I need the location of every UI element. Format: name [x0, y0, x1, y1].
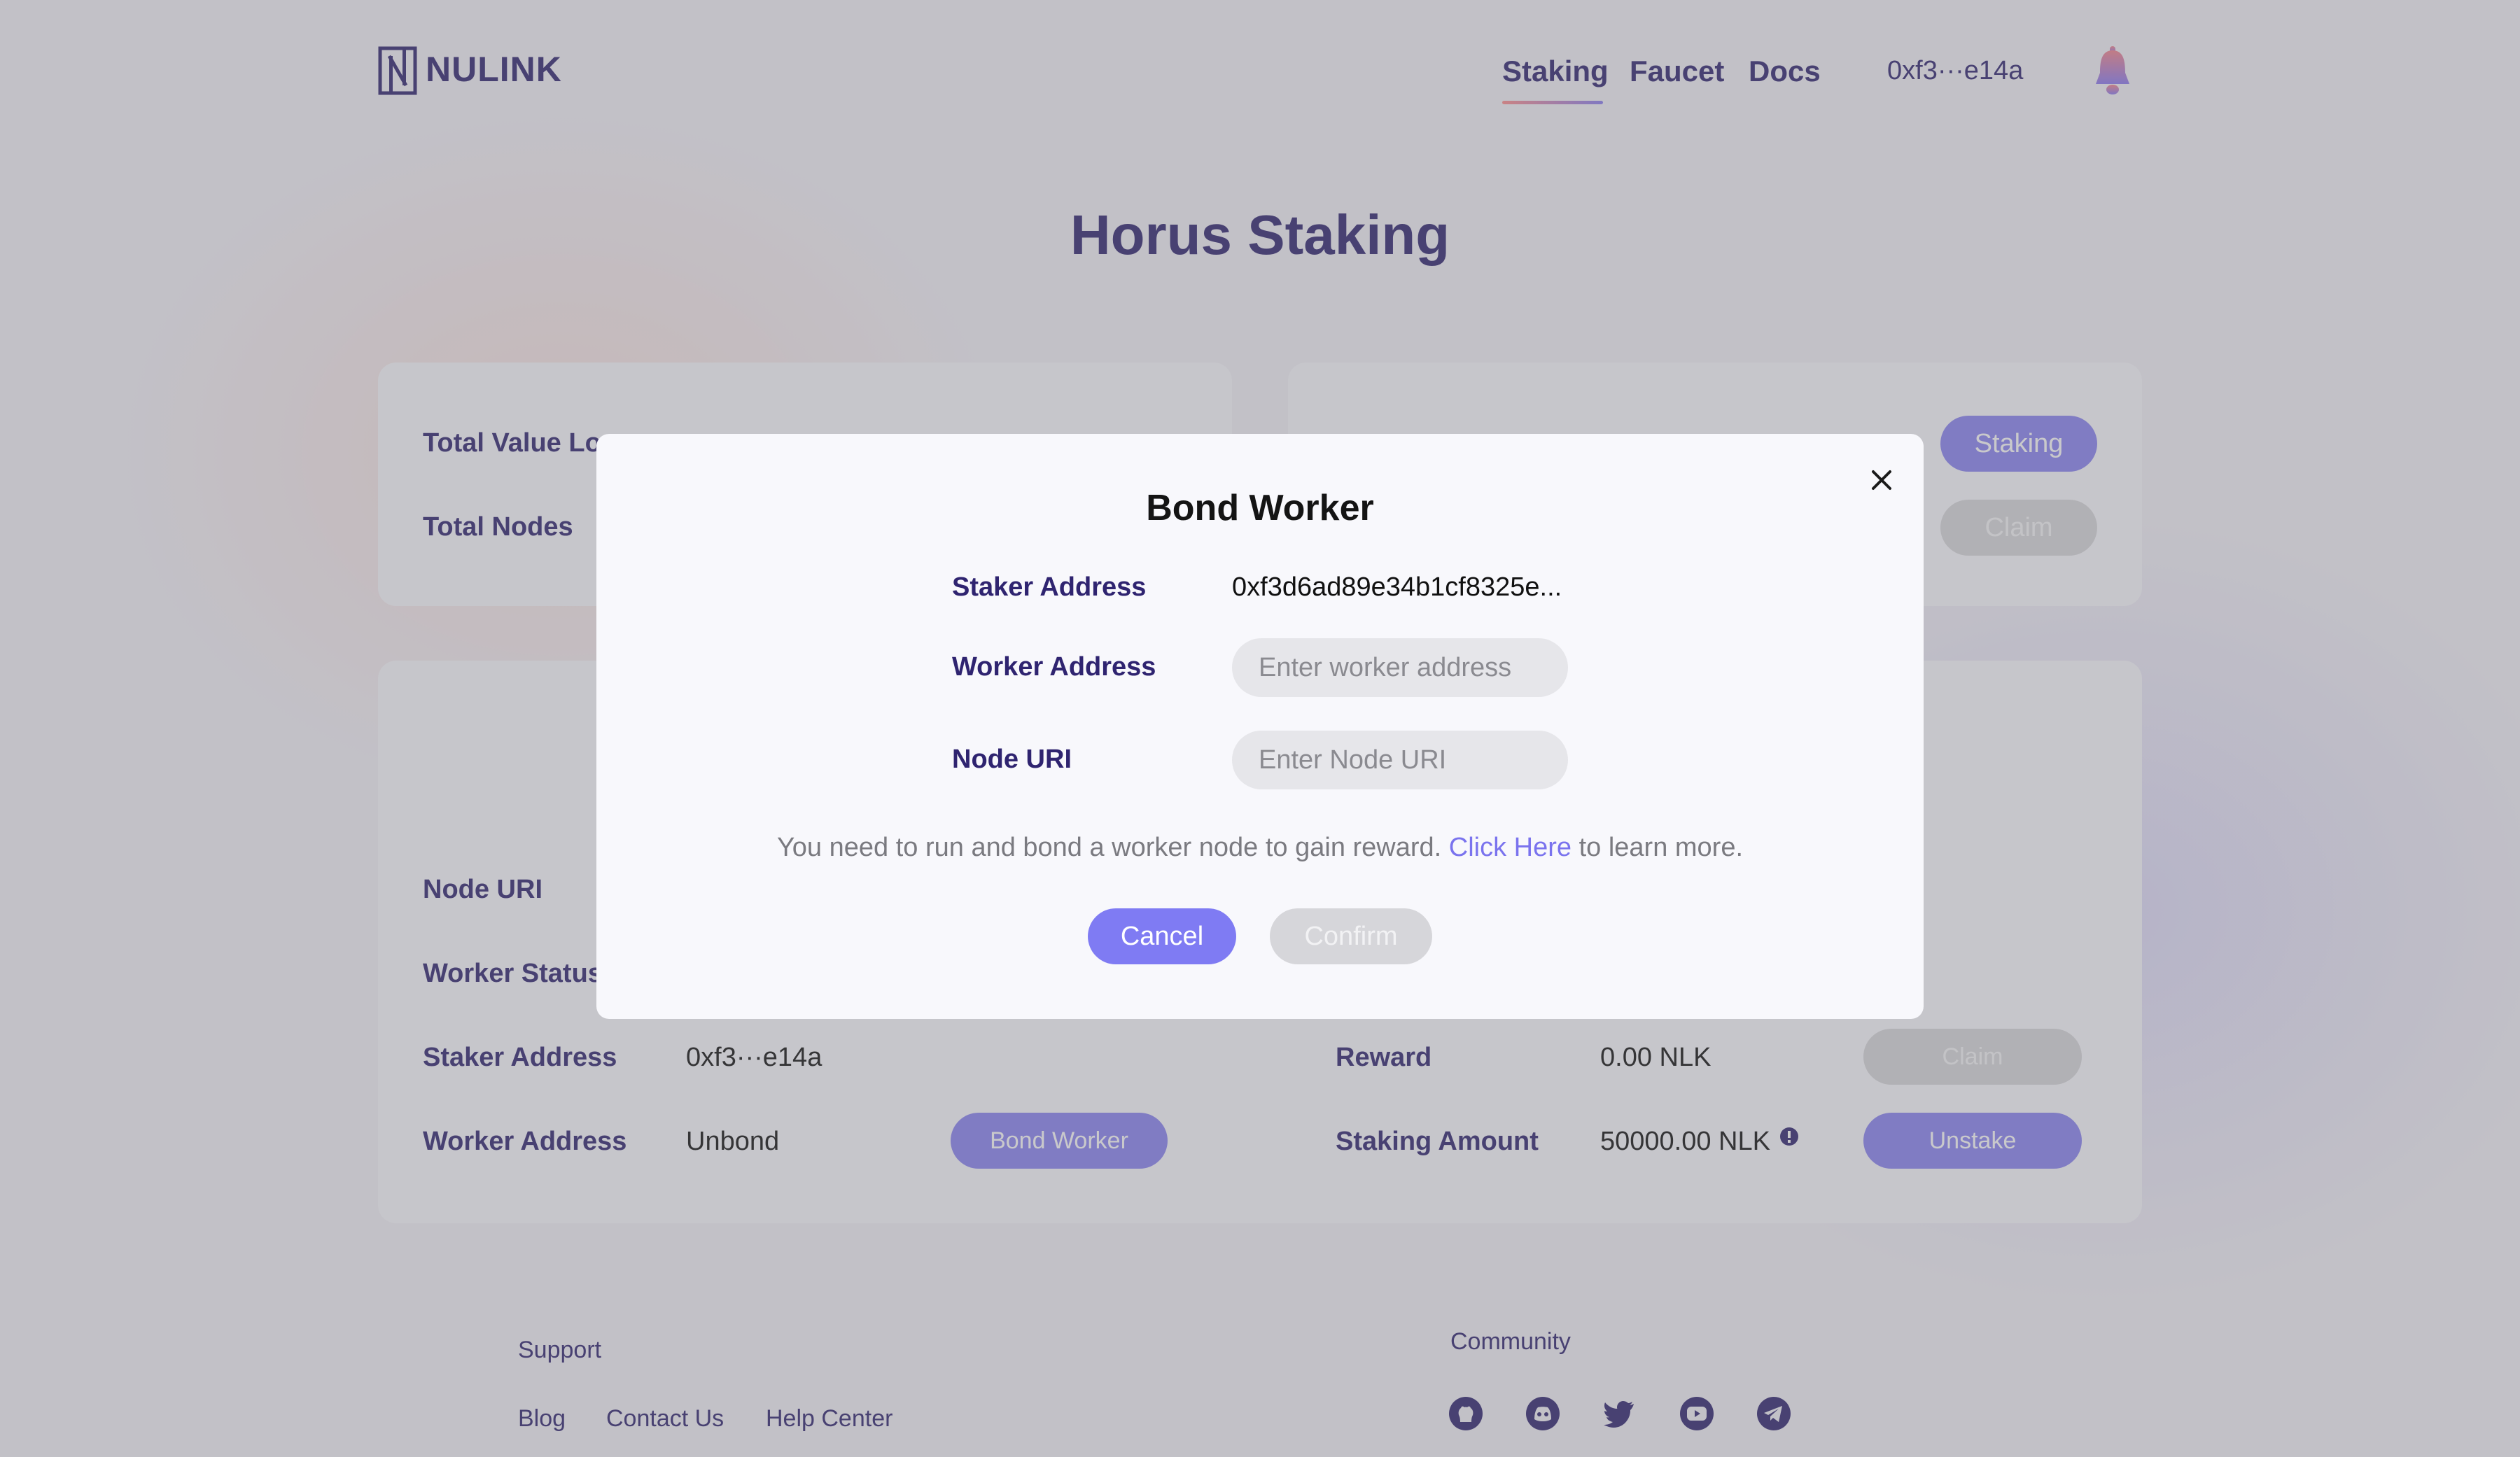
- click-here-link[interactable]: Click Here: [1449, 833, 1572, 862]
- modal-staker-address-value: 0xf3d6ad89e34b1cf8325e...: [1232, 572, 1562, 602]
- modal-note: You need to run and bond a worker node t…: [596, 833, 1924, 863]
- modal-staker-address-label: Staker Address: [952, 572, 1147, 602]
- modal-title: Bond Worker: [1146, 488, 1374, 528]
- node-uri-input[interactable]: [1232, 731, 1568, 789]
- modal-node-uri-label: Node URI: [952, 745, 1072, 774]
- confirm-button[interactable]: Confirm: [1270, 908, 1432, 964]
- modal-note-text: You need to run and bond a worker node t…: [776, 833, 1442, 862]
- modal-worker-address-label: Worker Address: [952, 652, 1156, 682]
- bond-worker-modal: Bond Worker Staker Address 0xf3d6ad89e34…: [596, 434, 1924, 1019]
- close-icon[interactable]: [1863, 462, 1900, 498]
- cancel-button[interactable]: Cancel: [1088, 908, 1236, 964]
- modal-note-suffix: to learn more.: [1578, 833, 1744, 862]
- worker-address-input[interactable]: [1232, 638, 1568, 697]
